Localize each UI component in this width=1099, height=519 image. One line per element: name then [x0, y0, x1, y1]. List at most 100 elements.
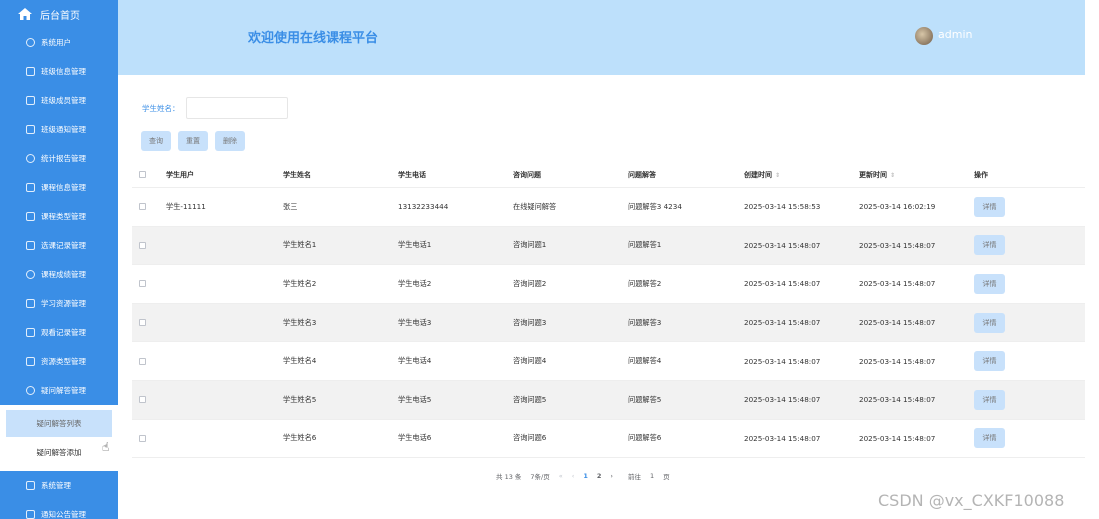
sidebar-item-label: 学习资源管理 [41, 299, 86, 308]
table-row: 学生姓名3 学生电话3 咨询问题3 问题解答3 2025-03-14 15:48:07 2… [132, 303, 1085, 343]
col-header-created-label: 创建时间 [744, 170, 772, 179]
sidebar-home-label: 后台首页 [40, 10, 80, 22]
cell-name: 学生姓名1 [283, 240, 317, 250]
row-checkbox[interactable] [139, 203, 146, 211]
sidebar-item[interactable]: 课程类型管理 [0, 202, 118, 231]
sidebar-home[interactable]: 后台首页 [0, 0, 118, 28]
detail-button[interactable]: 详情 [974, 273, 1005, 294]
cell-question: 咨询问题2 [513, 278, 547, 288]
checkbox-cell [132, 280, 166, 288]
reset-button[interactable]: 重置 [178, 131, 208, 151]
cell-name: 学生姓名6 [283, 433, 317, 443]
home-icon [18, 8, 32, 20]
first-page-icon[interactable]: « [559, 472, 563, 480]
cell-created: 2025-03-14 15:48:07 [744, 433, 821, 443]
edit-square-icon [26, 299, 35, 308]
avatar[interactable] [915, 27, 933, 45]
col-header-actions: 操作 [974, 170, 988, 179]
sidebar-item[interactable]: 观看记录管理 [0, 318, 118, 347]
detail-button[interactable]: 详情 [974, 312, 1005, 333]
detail-button[interactable]: 详情 [974, 235, 1005, 256]
sidebar-item-label: 观看记录管理 [41, 328, 86, 337]
sidebar-item-label: 统计报告管理 [41, 154, 86, 163]
app-root: 后台首页 系统用户 班级信息管理 班级成员管理 班级通知管理 统计报告管理 课程信息管理课… [0, 0, 1099, 519]
sidebar-item-label: 课程成绩管理 [41, 270, 86, 279]
sidebar-item-label: 系统管理 [41, 481, 71, 490]
help-circle-icon [26, 386, 35, 395]
cell-answer: 问题解答5 [628, 394, 662, 404]
cell-actions: 详情 [974, 196, 1054, 217]
sidebar-item[interactable]: 学习资源管理 [0, 289, 118, 318]
sidebar-item[interactable]: 班级信息管理 [0, 57, 118, 86]
help-circle-icon [26, 270, 35, 279]
help-circle-icon [26, 38, 35, 47]
sort-icon[interactable]: ⇕ [775, 172, 780, 179]
row-checkbox[interactable] [139, 319, 146, 327]
next-page-icon[interactable]: › [610, 472, 613, 480]
cell-question: 咨询问题6 [513, 433, 547, 443]
sort-icon[interactable]: ⇕ [890, 172, 895, 179]
table-row: 学生姓名2 学生电话2 咨询问题2 问题解答2 2025-03-14 15:48:07 2… [132, 265, 1085, 304]
cell-name: 学生姓名4 [283, 356, 317, 366]
select-all-checkbox[interactable] [139, 171, 146, 178]
edit-square-icon [26, 183, 35, 192]
delete-button[interactable]: 删除 [215, 131, 245, 151]
col-header-updated[interactable]: 更新时间 ⇕ [859, 170, 974, 180]
page-number-2[interactable]: 2 [597, 472, 602, 480]
submenu-item[interactable]: 疑问解答添加 [6, 439, 112, 466]
student-name-input[interactable] [185, 97, 288, 119]
detail-button[interactable]: 详情 [974, 351, 1005, 372]
row-checkbox[interactable] [139, 434, 146, 442]
detail-button[interactable]: 详情 [974, 196, 1005, 217]
sidebar-item-label: 选课记录管理 [41, 241, 86, 250]
page-number-1[interactable]: 1 [583, 472, 588, 480]
table-row: 学生姓名1 学生电话1 咨询问题1 问题解答1 2025-03-14 15:48:07 2… [132, 226, 1085, 266]
row-checkbox[interactable] [139, 280, 146, 288]
watermark: CSDN @vx_CXKF10088 [878, 491, 1065, 510]
col-header-user: 学生用户 [166, 170, 194, 179]
row-checkbox[interactable] [139, 241, 146, 249]
sidebar-item[interactable]: 课程信息管理 [0, 173, 118, 202]
user-name[interactable]: admin [938, 28, 972, 41]
sidebar-item[interactable]: 资源类型管理 [0, 347, 118, 376]
sidebar-item[interactable]: 通知公告管理 [0, 500, 118, 519]
sidebar-item[interactable]: 选课记录管理 [0, 231, 118, 260]
sidebar-item[interactable]: 系统管理 [0, 471, 118, 500]
sidebar-item[interactable]: 课程成绩管理 [0, 260, 118, 289]
sidebar-item[interactable]: 系统用户 [0, 28, 118, 57]
goto-page-input[interactable]: 1 [650, 472, 654, 480]
sidebar-item-label: 班级信息管理 [41, 67, 86, 76]
cell-actions: 详情 [974, 389, 1054, 410]
cell-updated: 2025-03-14 15:48:07 [859, 240, 936, 250]
query-button[interactable]: 查询 [141, 131, 171, 151]
cell-actions: 详情 [974, 312, 1054, 333]
page-title: 欢迎使用在线课程平台 [248, 31, 379, 46]
page-size-select[interactable]: 7条/页 [530, 471, 549, 481]
detail-button[interactable]: 详情 [974, 428, 1005, 449]
row-checkbox[interactable] [139, 396, 146, 404]
sidebar-item[interactable]: 统计报告管理 [0, 144, 118, 173]
sidebar-item-label: 资源类型管理 [41, 357, 86, 366]
sidebar-item[interactable]: 班级通知管理 [0, 115, 118, 144]
submenu-item[interactable]: 疑问解答列表 [6, 410, 112, 437]
pagination-total: 共 13 条 [496, 473, 522, 481]
page-suffix: 页 [663, 473, 670, 481]
sidebar-item[interactable]: 班级成员管理 [0, 86, 118, 115]
search-label: 学生姓名： [142, 103, 180, 113]
search-row: 学生姓名： [142, 97, 288, 119]
header: 欢迎使用在线课程平台 admin [118, 0, 1085, 75]
prev-page-icon[interactable]: ‹ [572, 472, 575, 480]
edit-square-icon [26, 96, 35, 105]
sidebar-item-label: 班级成员管理 [41, 96, 86, 105]
sidebar-item-label: 系统用户 [41, 38, 71, 47]
edit-square-icon [26, 328, 35, 337]
col-header-created[interactable]: 创建时间 ⇕ [744, 170, 859, 180]
detail-button[interactable]: 详情 [974, 389, 1005, 410]
cell-question: 咨询问题1 [513, 240, 547, 250]
row-checkbox[interactable] [139, 357, 146, 365]
cell-answer: 问题解答4 [628, 356, 662, 366]
cell-phone: 学生电话5 [398, 394, 432, 404]
sidebar-item[interactable]: 疑问解答管理 [0, 376, 118, 405]
right-edge [1085, 0, 1099, 519]
edit-square-icon [26, 241, 35, 250]
